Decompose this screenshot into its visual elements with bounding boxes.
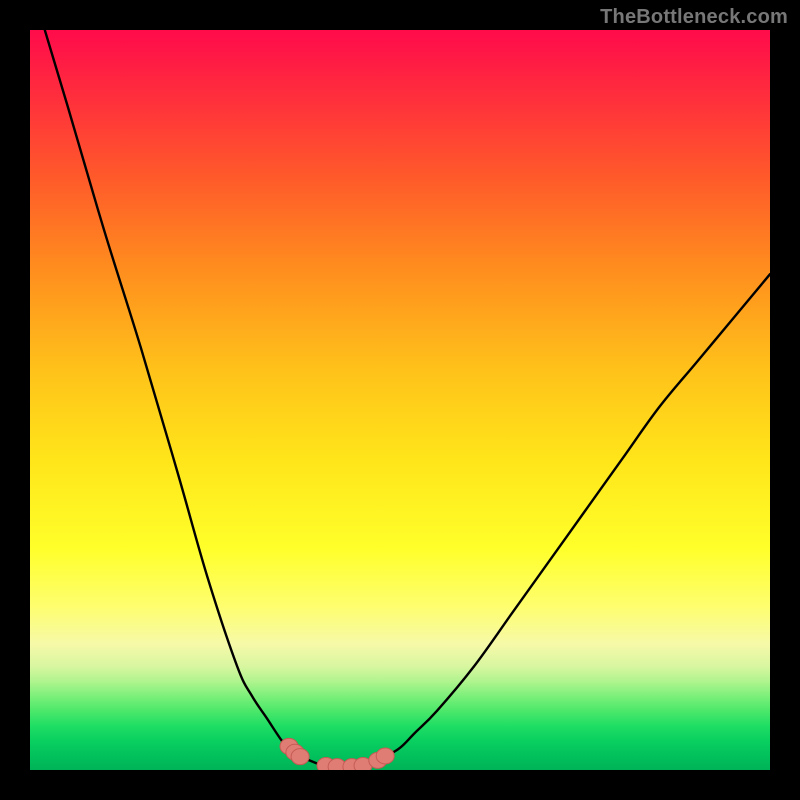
marker-group [280,738,394,770]
curve-right-branch [363,274,770,766]
plot-area [30,30,770,770]
watermark-text: TheBottleneck.com [600,6,788,29]
chart-frame: TheBottleneck.com [0,0,800,800]
curve-layer [30,30,770,770]
marker-right-cluster-top [376,748,394,764]
marker-left-cluster-low [291,749,309,765]
curve-left-branch [45,30,326,766]
